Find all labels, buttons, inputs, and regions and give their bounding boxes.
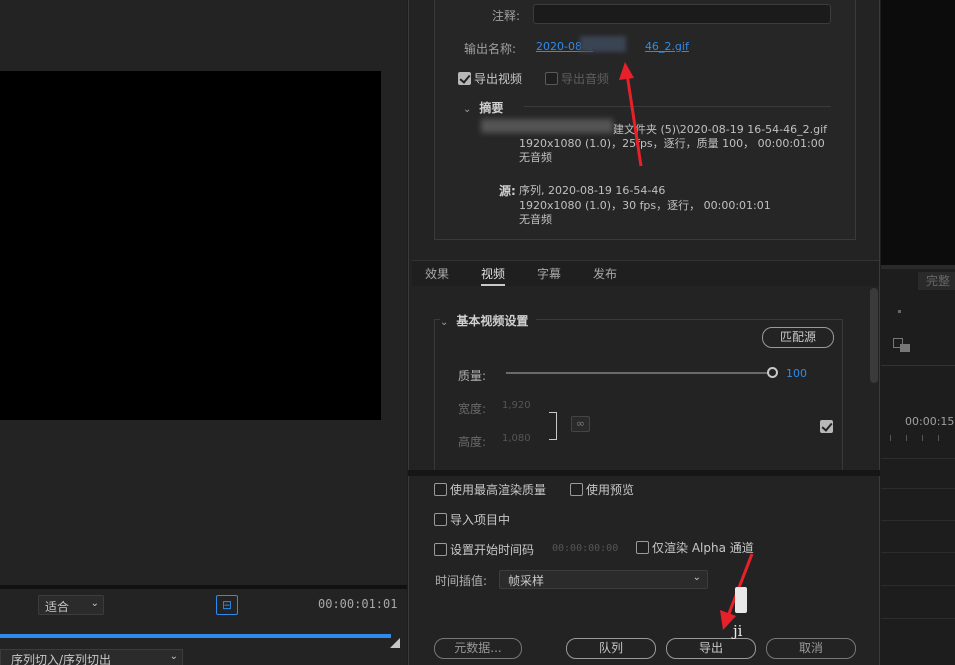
chevron-down-icon: ⌄ [692,572,701,583]
set-start-timecode-checkbox[interactable]: 设置开始时间码 [434,541,534,558]
checkbox-checked-icon [458,72,471,85]
chevron-down-icon: ⌄ [90,598,99,609]
export-button[interactable]: 导出 [666,638,756,659]
chevron-down-icon: ⌄ [169,651,178,662]
checkbox-unchecked-icon [570,483,583,496]
time-interpolation-select[interactable]: 帧采样 ⌄ [499,570,708,589]
dimension-link-bracket [549,412,557,440]
height-label: 高度: [458,435,487,449]
complete-button[interactable]: 完整 [918,272,955,290]
summary-section-toggle[interactable]: ⌄ 摘要 [463,99,503,116]
video-preview [0,71,381,420]
quality-slider-track[interactable] [506,372,772,374]
quality-value[interactable]: 100 [786,367,807,380]
source-monitor-preview [881,0,955,265]
time-interpolation-label: 时间插值: [435,574,488,588]
out-point-icon[interactable] [390,638,400,648]
settings-scrollbar[interactable] [870,288,878,383]
output-name-suffix: 46_2.gif [644,40,689,53]
tab-captions[interactable]: 字幕 [537,265,561,282]
ruler-tick [938,435,939,441]
metadata-button[interactable]: 元数据... [434,638,522,659]
summary-source-label: 源: [499,184,516,198]
cancel-button[interactable]: 取消 [766,638,856,659]
chevron-down-icon: ⌄ [463,104,472,115]
summary-header-label: 摘要 [479,101,504,115]
ruler-tick [890,435,891,441]
panel-divider [881,265,955,269]
time-interpolation-value: 帧采样 [508,574,545,588]
track-line [881,552,955,553]
note-label: 注释: [492,9,521,23]
basic-video-header-label: 基本视频设置 [456,314,529,328]
checkbox-checked-icon [820,420,833,433]
queue-button[interactable]: 队列 [566,638,656,659]
watermark-text: ji [733,622,743,640]
width-label: 宽度: [458,402,487,416]
summary-source-audio: 无音频 [519,213,552,226]
tab-publish[interactable]: 发布 [593,265,617,282]
checkbox-unchecked-icon [636,541,649,554]
use-previews-checkbox[interactable]: 使用预览 [570,481,634,498]
checkbox-unchecked-icon [434,483,447,496]
max-render-quality-checkbox[interactable]: 使用最高渲染质量 [434,481,546,498]
redacted-area [481,119,613,133]
quality-slider-handle[interactable] [767,367,778,378]
checkbox-unchecked-icon [434,543,447,556]
link-icon[interactable]: ∞ [571,416,590,432]
safe-margins-icon[interactable]: ⊟ [216,595,238,615]
annotation-arrow-icon [619,62,643,167]
quality-label: 质量: [458,369,487,383]
height-value[interactable]: 1,080 [502,433,531,444]
summary-source-spec: 1920x1080 (1.0)，30 fps，逐行， 00:00:01:01 [519,199,771,212]
note-input[interactable] [533,4,831,24]
section-divider [524,106,831,107]
timeline-ruler-timecode: 00:00:15:0 [905,415,955,428]
source-range-value: 序列切入/序列切出 [11,653,112,665]
checkbox-unchecked-icon [434,513,447,526]
import-into-project-checkbox[interactable]: 导入项目中 [434,511,510,528]
chevron-down-icon: ⌄ [440,317,449,328]
max-render-quality-label: 使用最高渲染质量 [450,483,547,497]
snap-icon-fill [900,344,910,352]
track-line [881,585,955,586]
set-start-timecode-label: 设置开始时间码 [450,543,535,557]
settings-tabs: 效果 视频 字幕 发布 [412,260,879,286]
start-timecode-value[interactable]: 00:00:00:00 [552,543,618,554]
export-video-checkbox[interactable]: 导出视频 [458,68,522,87]
summary-source-sequence: 序列, 2020-08-19 16-54-46 [519,184,666,197]
ruler-tick [906,435,907,441]
basic-video-section-toggle[interactable]: ⌄ 基本视频设置 [440,312,537,329]
timeline-divider [881,365,955,366]
playhead-timecode: 00:00:01:01 [318,597,398,611]
panel-divider [0,585,407,589]
track-line [881,618,955,619]
checkbox-unchecked-icon [545,72,558,85]
width-value[interactable]: 1,920 [502,400,531,411]
import-into-project-label: 导入项目中 [450,513,511,527]
use-previews-label: 使用预览 [586,483,635,497]
source-range-select[interactable]: 序列切入/序列切出 ⌄ [0,649,183,665]
match-source-button[interactable]: 匹配源 [762,327,834,348]
track-line [881,458,955,459]
tab-video[interactable]: 视频 [481,265,506,286]
scrub-bar[interactable] [0,634,391,638]
redacted-area [580,36,626,52]
summary-output-audio: 无音频 [519,151,552,164]
fit-zoom-select[interactable]: 适合 ⌄ [38,595,104,615]
match-source-dimension-checkbox[interactable] [820,416,833,435]
track-line [881,488,955,489]
fit-zoom-value: 适合 [45,600,70,614]
ruler-tick [922,435,923,441]
summary-output-spec: 1920x1080 (1.0)，25fps，逐行，质量 100， 00:00:0… [519,137,825,150]
tab-effects[interactable]: 效果 [425,265,449,282]
watermark-mark [735,587,747,613]
track-line [881,520,955,521]
export-video-label: 导出视频 [474,72,523,86]
marker-icon [898,310,901,313]
output-name-label: 输出名称: [464,42,517,56]
